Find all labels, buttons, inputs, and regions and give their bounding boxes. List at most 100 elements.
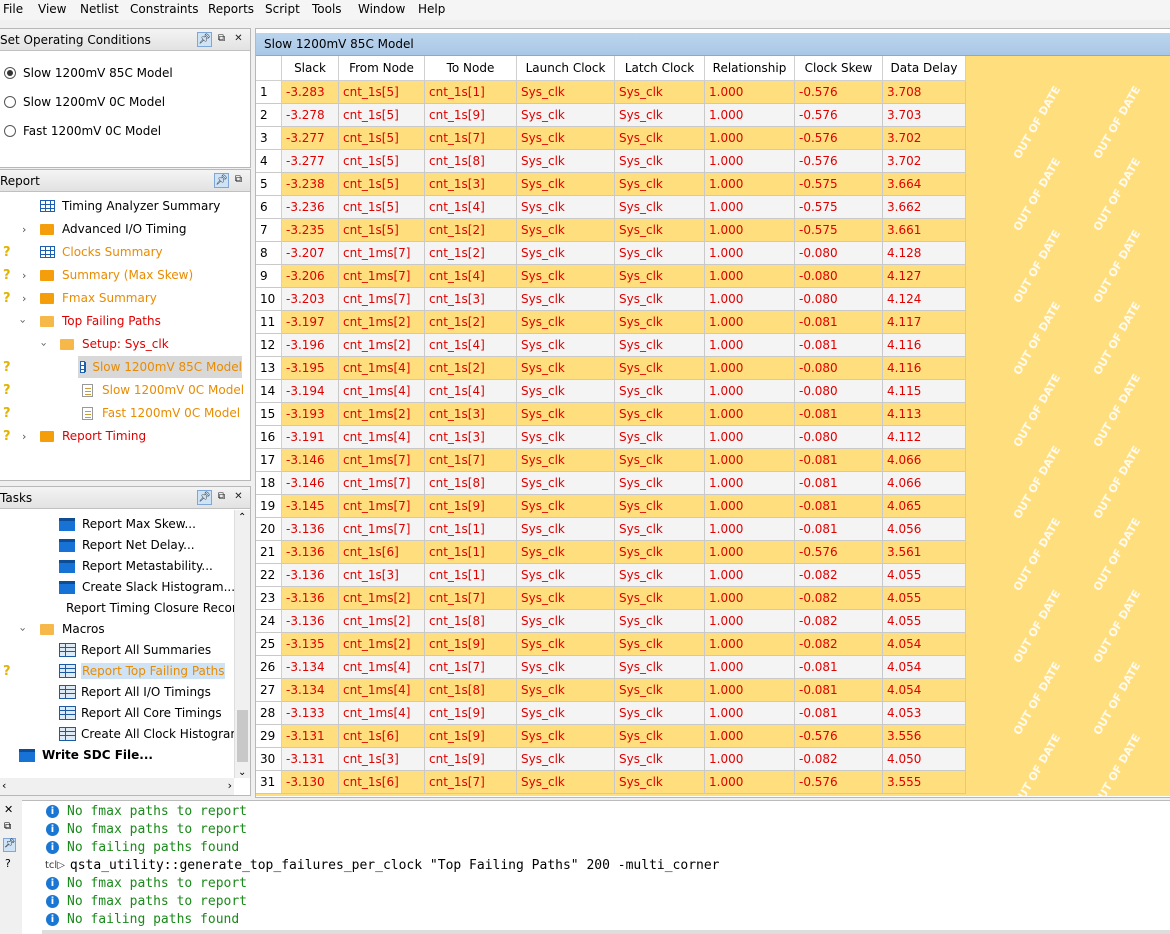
chevron-down-icon[interactable]: ›: [38, 342, 51, 346]
report-view-tab[interactable]: Slow 1200mV 85C Model: [256, 33, 1170, 56]
header-from-node[interactable]: From Node: [339, 56, 425, 81]
radio-fast-0c[interactable]: Fast 1200mV 0C Model: [4, 124, 161, 138]
table-row[interactable]: 30 -3.131 cnt_1s[3] cnt_1s[9] Sys_clk Sys_clk…: [256, 748, 966, 771]
float-icon[interactable]: ⧉: [4, 821, 11, 832]
scroll-down-icon[interactable]: ⌄: [238, 767, 246, 778]
radio-icon[interactable]: [4, 96, 16, 108]
table-row[interactable]: 1 -3.283 cnt_1s[5] cnt_1s[1] Sys_clk Sys_clk 1…: [256, 81, 966, 104]
table-row[interactable]: 8 -3.207 cnt_1ms[7] cnt_1s[2] Sys_clk Sys_clk…: [256, 242, 966, 265]
task-write-sdc-file[interactable]: Write SDC File...: [19, 744, 153, 766]
radio-slow-85c[interactable]: Slow 1200mV 85C Model: [4, 66, 173, 80]
header-relationship[interactable]: Relationship: [705, 56, 795, 81]
menu-help[interactable]: Help: [418, 2, 445, 16]
scroll-left-icon[interactable]: ‹: [2, 779, 6, 792]
table-row[interactable]: 5 -3.238 cnt_1s[5] cnt_1s[3] Sys_clk Sys_clk 1…: [256, 173, 966, 196]
tree-item-fast-0c[interactable]: ? Fast 1200mV 0C Model: [0, 402, 250, 424]
task-report-max-skew[interactable]: Report Max Skew...: [59, 513, 196, 535]
table-row[interactable]: 31 -3.130 cnt_1s[6] cnt_1s[7] Sys_clk Sys_clk…: [256, 771, 966, 794]
task-report-top-failing-paths[interactable]: ? Report Top Failing Paths: [0, 660, 234, 682]
pin-icon[interactable]: 📌︎: [197, 32, 212, 47]
float-icon[interactable]: ⧉: [214, 490, 229, 505]
radio-icon[interactable]: [4, 125, 16, 137]
menu-window[interactable]: Window: [358, 2, 405, 16]
menu-reports[interactable]: Reports: [208, 2, 254, 16]
table-row[interactable]: 16 -3.191 cnt_1ms[4] cnt_1s[3] Sys_clk Sys_cl…: [256, 426, 966, 449]
menu-tools[interactable]: Tools: [312, 2, 342, 16]
close-icon[interactable]: ✕: [4, 803, 13, 816]
table-row[interactable]: 7 -3.235 cnt_1s[5] cnt_1s[2] Sys_clk Sys_clk 1…: [256, 219, 966, 242]
menu-netlist[interactable]: Netlist: [80, 2, 119, 16]
table-row[interactable]: 23 -3.136 cnt_1ms[2] cnt_1s[7] Sys_clk Sys_cl…: [256, 587, 966, 610]
tree-item-setup-sys-clk[interactable]: › Setup: Sys_clk: [0, 333, 250, 355]
table-row[interactable]: 18 -3.146 cnt_1ms[7] cnt_1s[8] Sys_clk Sys_cl…: [256, 472, 966, 495]
table-row[interactable]: 3 -3.277 cnt_1s[5] cnt_1s[7] Sys_clk Sys_clk 1…: [256, 127, 966, 150]
table-row[interactable]: 14 -3.194 cnt_1ms[4] cnt_1s[4] Sys_clk Sys_cl…: [256, 380, 966, 403]
table-row[interactable]: 17 -3.146 cnt_1ms[7] cnt_1s[7] Sys_clk Sys_cl…: [256, 449, 966, 472]
table-row[interactable]: 15 -3.193 cnt_1ms[2] cnt_1s[3] Sys_clk Sys_cl…: [256, 403, 966, 426]
table-row[interactable]: 9 -3.206 cnt_1ms[7] cnt_1s[4] Sys_clk Sys_clk…: [256, 265, 966, 288]
task-create-all-clock-histograms[interactable]: Create All Clock Histograms: [59, 723, 248, 745]
menu-file[interactable]: File: [3, 2, 23, 16]
menu-constraints[interactable]: Constraints: [130, 2, 198, 16]
table-row[interactable]: 2 -3.278 cnt_1s[5] cnt_1s[9] Sys_clk Sys_clk 1…: [256, 104, 966, 127]
task-report-net-delay[interactable]: Report Net Delay...: [59, 534, 195, 556]
float-icon[interactable]: ⧉: [231, 173, 246, 188]
chevron-right-icon[interactable]: ›: [22, 292, 26, 305]
help-icon[interactable]: ?: [5, 857, 11, 870]
chevron-right-icon[interactable]: ›: [22, 269, 26, 282]
header-slack[interactable]: Slack: [282, 56, 339, 81]
task-report-timing-closure[interactable]: Report Timing Closure Recor: [59, 597, 234, 619]
task-macros-folder[interactable]: › Macros: [0, 618, 234, 640]
tasks-vertical-scrollbar[interactable]: ⌃ ⌄: [234, 510, 250, 778]
header-to-node[interactable]: To Node: [425, 56, 517, 81]
table-row[interactable]: 12 -3.196 cnt_1ms[2] cnt_1s[4] Sys_clk Sys_cl…: [256, 334, 966, 357]
close-icon[interactable]: ✕: [231, 490, 246, 505]
tree-item-fmax-summary[interactable]: ? › Fmax Summary: [0, 287, 250, 309]
chevron-down-icon[interactable]: ›: [17, 627, 30, 631]
table-row[interactable]: 10 -3.203 cnt_1ms[7] cnt_1s[3] Sys_clk Sys_cl…: [256, 288, 966, 311]
pin-icon[interactable]: 📌︎: [3, 838, 16, 852]
scroll-right-icon[interactable]: ›: [228, 779, 232, 792]
task-report-metastability[interactable]: Report Metastability...: [59, 555, 213, 577]
table-row[interactable]: 4 -3.277 cnt_1s[5] cnt_1s[8] Sys_clk Sys_clk 1…: [256, 150, 966, 173]
chevron-right-icon[interactable]: ›: [22, 223, 26, 236]
table-row[interactable]: 29 -3.131 cnt_1s[6] cnt_1s[9] Sys_clk Sys_clk…: [256, 725, 966, 748]
table-row[interactable]: 25 -3.135 cnt_1ms[2] cnt_1s[9] Sys_clk Sys_cl…: [256, 633, 966, 656]
table-row[interactable]: 27 -3.134 cnt_1ms[4] cnt_1s[8] Sys_clk Sys_cl…: [256, 679, 966, 702]
task-create-slack-histogram[interactable]: Create Slack Histogram...: [59, 576, 235, 598]
task-report-all-core-timings[interactable]: Report All Core Timings: [59, 702, 222, 724]
tree-item-slow-85c[interactable]: ? Slow 1200mV 85C Model: [0, 356, 250, 378]
table-row[interactable]: 24 -3.136 cnt_1ms[2] cnt_1s[8] Sys_clk Sys_cl…: [256, 610, 966, 633]
pin-icon[interactable]: 📌︎: [197, 490, 212, 505]
tree-item-report-timing[interactable]: ? › Report Timing: [0, 425, 250, 447]
table-row[interactable]: 26 -3.134 cnt_1ms[4] cnt_1s[7] Sys_clk Sys_cl…: [256, 656, 966, 679]
console-scrollbar[interactable]: [42, 930, 1170, 934]
chevron-right-icon[interactable]: ›: [22, 430, 26, 443]
table-row[interactable]: 11 -3.197 cnt_1ms[2] cnt_1s[2] Sys_clk Sys_cl…: [256, 311, 966, 334]
table-row[interactable]: 6 -3.236 cnt_1s[5] cnt_1s[4] Sys_clk Sys_clk 1…: [256, 196, 966, 219]
header-launch-clock[interactable]: Launch Clock: [517, 56, 615, 81]
radio-selected-icon[interactable]: [4, 67, 16, 79]
float-icon[interactable]: ⧉: [214, 32, 229, 47]
table-row[interactable]: 19 -3.145 cnt_1ms[7] cnt_1s[9] Sys_clk Sys_cl…: [256, 495, 966, 518]
pin-icon[interactable]: 📌︎: [214, 173, 229, 188]
radio-slow-0c[interactable]: Slow 1200mV 0C Model: [4, 95, 165, 109]
tree-item-clocks-summary[interactable]: ? Clocks Summary: [0, 241, 250, 263]
menu-view[interactable]: View: [38, 2, 66, 16]
scroll-up-icon[interactable]: ⌃: [238, 512, 246, 523]
tree-item-timing-analyzer-summary[interactable]: Timing Analyzer Summary: [40, 195, 220, 217]
table-row[interactable]: 21 -3.136 cnt_1s[6] cnt_1s[1] Sys_clk Sys_clk…: [256, 541, 966, 564]
tasks-horizontal-scrollbar[interactable]: ‹ ›: [0, 778, 234, 795]
menu-script[interactable]: Script: [265, 2, 300, 16]
table-row[interactable]: 13 -3.195 cnt_1ms[4] cnt_1s[2] Sys_clk Sys_cl…: [256, 357, 966, 380]
scroll-thumb[interactable]: [237, 710, 248, 762]
header-latch-clock[interactable]: Latch Clock: [615, 56, 705, 81]
table-row[interactable]: 20 -3.136 cnt_1ms[7] cnt_1s[1] Sys_clk Sys_cl…: [256, 518, 966, 541]
chevron-down-icon[interactable]: ›: [17, 319, 30, 323]
task-report-all-io-timings[interactable]: Report All I/O Timings: [59, 681, 211, 703]
table-row[interactable]: 28 -3.133 cnt_1ms[4] cnt_1s[9] Sys_clk Sys_cl…: [256, 702, 966, 725]
close-icon[interactable]: ✕: [231, 32, 246, 47]
tree-item-top-failing-paths[interactable]: › Top Failing Paths: [0, 310, 250, 332]
header-data-delay[interactable]: Data Delay: [883, 56, 966, 81]
tree-item-slow-0c[interactable]: ? Slow 1200mV 0C Model: [0, 379, 250, 401]
